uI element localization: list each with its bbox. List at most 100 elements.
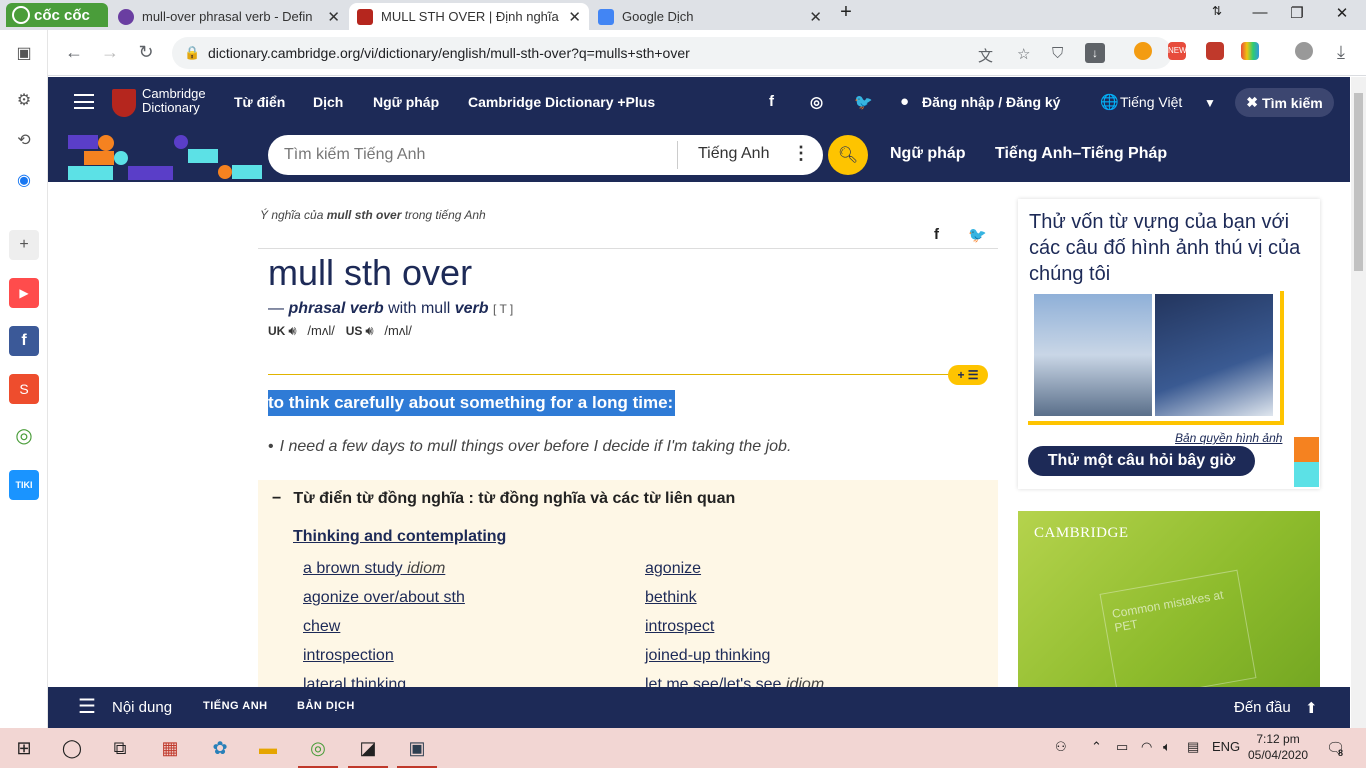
forward-icon[interactable]: → [99, 42, 121, 63]
people-icon[interactable]: ⚇ [1055, 739, 1067, 755]
more-options-icon[interactable]: ⋮ [792, 143, 810, 164]
volume-icon[interactable]: 🔈︎ [1163, 739, 1171, 755]
try-quiz-button[interactable]: Thử một câu hỏi bây giờ [1028, 446, 1255, 476]
youtube-icon[interactable]: ▶ [9, 278, 39, 308]
search-toggle-button[interactable]: ✖ Tìm kiếm [1235, 88, 1334, 117]
thesaurus-link[interactable]: bethink [645, 589, 697, 607]
close-window-icon[interactable]: ✕ [1330, 4, 1354, 22]
add-app-icon[interactable]: + [9, 230, 39, 260]
share-facebook-icon[interactable]: f [934, 226, 939, 243]
close-tab-icon[interactable]: ✕ [809, 8, 822, 26]
download-video-icon[interactable]: ↓ [1085, 43, 1105, 63]
settings-icon[interactable]: ⚙ [9, 85, 39, 115]
show-hidden-icons[interactable]: ⌃ [1091, 739, 1102, 755]
tiki-icon[interactable]: TIKI [9, 470, 39, 500]
app-icon[interactable]: ▣ [397, 736, 437, 768]
language-select[interactable]: Tiếng Việt [1120, 94, 1182, 110]
close-tab-icon[interactable]: ✕ [327, 8, 340, 26]
cambridge-shield-logo[interactable] [112, 89, 136, 117]
task-view-icon[interactable]: ⧉ [108, 736, 132, 760]
wifi-icon[interactable]: ◠ [1141, 739, 1152, 755]
translation-link[interactable]: BẢN DỊCH [297, 700, 355, 712]
thesaurus-link[interactable]: a brown study idiom [303, 560, 445, 578]
contents-menu-icon[interactable]: ☰ [78, 694, 96, 719]
login-link[interactable]: Đăng nhập / Đăng ký [922, 94, 1060, 110]
extension-color-icon[interactable] [1241, 42, 1259, 60]
thesaurus-toggle[interactable]: − Từ điển từ đồng nghĩa : từ đồng nghĩa v… [272, 490, 735, 508]
back-to-top-link[interactable]: Đến đầu [1234, 699, 1291, 716]
instagram-icon[interactable]: ◎ [810, 93, 823, 111]
dictionary-select[interactable]: Tiếng Anh [698, 145, 769, 163]
nav-grammar[interactable]: Ngữ pháp [373, 94, 439, 110]
us-audio-icon[interactable]: 🔊︎ [365, 323, 373, 338]
nav-translate[interactable]: Dịch [313, 94, 343, 110]
contents-link[interactable]: Nội dung [112, 699, 172, 716]
search-circle-icon[interactable]: ◯ [60, 736, 84, 760]
image-copyright-link[interactable]: Bản quyền hình ảnh [1175, 431, 1282, 445]
decor-dot [218, 165, 232, 179]
cambridge-dictionary-logo[interactable]: Cambridge Dictionary [142, 87, 206, 115]
minimize-icon[interactable]: — [1248, 4, 1272, 21]
battery-icon[interactable]: ▭ [1116, 739, 1128, 755]
downloads-icon[interactable]: ⤓ [1330, 42, 1352, 63]
share-twitter-icon[interactable]: 🐦 [968, 226, 987, 244]
file-explorer-icon[interactable]: ▬ [256, 736, 280, 760]
uk-audio-icon[interactable]: 🔊︎ [288, 323, 296, 338]
history-icon[interactable]: ⟲ [9, 125, 39, 155]
nav-dictionary[interactable]: Từ điển [234, 94, 285, 110]
back-icon[interactable]: ← [63, 42, 85, 63]
coccoc-app-icon[interactable]: ◎ [9, 420, 39, 450]
display-icon[interactable]: ▤ [1187, 739, 1199, 755]
thesaurus-section-title[interactable]: Thinking and contemplating [293, 528, 506, 546]
thesaurus-link[interactable]: agonize [645, 560, 701, 578]
thesaurus-link[interactable]: agonize over/about sth [303, 589, 465, 607]
nav-plus[interactable]: Cambridge Dictionary +Plus [468, 94, 655, 110]
profile-avatar[interactable] [1295, 42, 1313, 60]
quiz-image-skyscrapers[interactable] [1034, 294, 1152, 416]
input-language[interactable]: ENG [1212, 739, 1240, 754]
windows-start-icon[interactable]: ⊞ [12, 736, 36, 760]
restore-icon[interactable]: ❐ [1285, 4, 1309, 22]
new-tab-button[interactable]: + [834, 1, 858, 24]
thesaurus-link[interactable]: introspection [303, 647, 394, 665]
page-scrollbar[interactable] [1351, 77, 1366, 728]
extension-new-icon[interactable]: NEW [1168, 42, 1187, 60]
reload-icon[interactable]: ↻ [135, 42, 157, 63]
translate-page-icon[interactable]: 文 [978, 45, 993, 66]
add-to-list-button[interactable]: + ☰ [948, 365, 988, 385]
close-tab-icon[interactable]: ✕ [568, 8, 581, 26]
url-field[interactable]: 🔒 dictionary.cambridge.org/vi/dictionary… [172, 37, 1172, 69]
notes-app-icon[interactable]: ◪ [348, 736, 388, 768]
shopee-icon[interactable]: S [9, 374, 39, 404]
sidebar-toggle-icon[interactable]: ▣ [9, 38, 39, 68]
coccoc-taskbar-icon[interactable]: ◎ [298, 736, 338, 768]
english-link[interactable]: TIẾNG ANH [203, 700, 268, 712]
app-icon[interactable]: ▦ [158, 736, 182, 760]
tab-google-translate[interactable]: Google Dịch ✕ [590, 3, 830, 30]
extension-chrome-icon[interactable] [1134, 42, 1152, 60]
search-input[interactable]: Tìm kiếm Tiếng Anh [284, 146, 425, 164]
facebook-icon[interactable]: f [9, 326, 39, 356]
thesaurus-link[interactable]: chew [303, 618, 340, 636]
link-grammar[interactable]: Ngữ pháp [890, 145, 966, 163]
twitter-icon[interactable]: 🐦 [854, 93, 873, 111]
thesaurus-link[interactable]: introspect [645, 618, 714, 636]
tab-mull-sth-over[interactable]: MULL STH OVER | Định nghĩa ✕ [349, 3, 589, 30]
app-icon[interactable]: ✿ [208, 736, 232, 760]
arrow-up-icon[interactable]: ⬆ [1305, 699, 1318, 717]
tab-mull-over[interactable]: mull-over phrasal verb - Defin ✕ [110, 3, 348, 30]
thesaurus-link[interactable]: joined-up thinking [645, 647, 770, 665]
extension-red-icon[interactable] [1206, 42, 1224, 60]
facebook-icon[interactable]: f [769, 93, 774, 110]
bookmark-star-icon[interactable]: ☆ [1017, 45, 1030, 63]
clock[interactable]: 7:12 pm 05/04/2020 [1248, 731, 1308, 763]
search-button[interactable]: 🔍︎ [828, 135, 868, 175]
messenger-icon[interactable]: ◉ [9, 165, 39, 195]
link-english-french[interactable]: Tiếng Anh–Tiếng Pháp [995, 145, 1167, 163]
menu-icon[interactable] [74, 94, 94, 109]
tab-search-icon[interactable]: ⇅ [1205, 4, 1229, 18]
scrollbar-thumb[interactable] [1354, 93, 1363, 271]
shield-icon[interactable]: ⛉ [1052, 45, 1063, 62]
coccoc-brand-button[interactable]: cốc cốc [6, 3, 108, 27]
quiz-image-windmill[interactable] [1155, 294, 1273, 416]
